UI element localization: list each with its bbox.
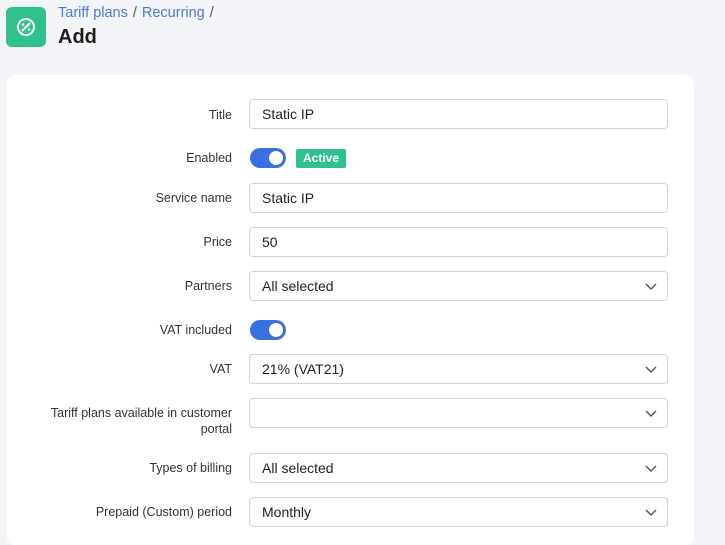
chevron-down-icon — [645, 410, 657, 417]
partners-value: All selected — [262, 278, 334, 294]
chevron-down-icon — [645, 465, 657, 472]
billing-types-select[interactable]: All selected — [249, 453, 668, 483]
billing-types-value: All selected — [262, 460, 334, 476]
chevron-down-icon — [645, 509, 657, 516]
breadcrumb-recurring[interactable]: Recurring — [142, 5, 205, 21]
title-label: Title — [208, 108, 232, 122]
portal-plans-select[interactable] — [249, 398, 668, 428]
enabled-label: Enabled — [186, 151, 232, 165]
chevron-down-icon — [645, 283, 657, 290]
page-title: Add — [58, 26, 97, 48]
form-card: Title Static IP Enabled Active Service n… — [7, 75, 694, 545]
breadcrumb-separator: / — [132, 5, 137, 21]
prepaid-period-select[interactable]: Monthly — [249, 497, 668, 527]
prepaid-period-label: Prepaid (Custom) period — [95, 505, 232, 519]
billing-types-label: Types of billing — [149, 461, 232, 475]
chevron-down-icon — [645, 366, 657, 373]
partners-label: Partners — [184, 279, 232, 293]
title-input[interactable]: Static IP — [249, 99, 668, 129]
portal-plans-label-line1: Tariff plans available in customer — [50, 406, 232, 420]
price-label: Price — [203, 235, 232, 249]
percent-badge-icon — [6, 7, 46, 47]
portal-plans-label: Tariff plans available in customer porta… — [12, 405, 232, 437]
status-badge: Active — [296, 149, 347, 168]
vat-included-label: VAT included — [159, 323, 232, 337]
vat-label: VAT — [209, 362, 232, 376]
breadcrumb-tariff-plans[interactable]: Tariff plans — [58, 5, 128, 21]
service-name-label: Service name — [155, 191, 232, 205]
prepaid-period-value: Monthly — [262, 504, 312, 520]
vat-included-toggle[interactable] — [250, 320, 286, 340]
price-input[interactable]: 50 — [249, 227, 668, 257]
portal-plans-label-line2: portal — [200, 422, 232, 436]
partners-select[interactable]: All selected — [249, 271, 668, 301]
vat-value: 21% (VAT21) — [262, 361, 344, 377]
toggle-knob — [269, 151, 283, 165]
breadcrumb-separator: / — [209, 5, 214, 21]
service-name-input[interactable]: Static IP — [249, 183, 668, 213]
toggle-knob — [269, 323, 283, 337]
vat-select[interactable]: 21% (VAT21) — [249, 354, 668, 384]
breadcrumb: Tariff plans / Recurring / — [58, 5, 219, 21]
enabled-toggle[interactable] — [250, 148, 286, 168]
